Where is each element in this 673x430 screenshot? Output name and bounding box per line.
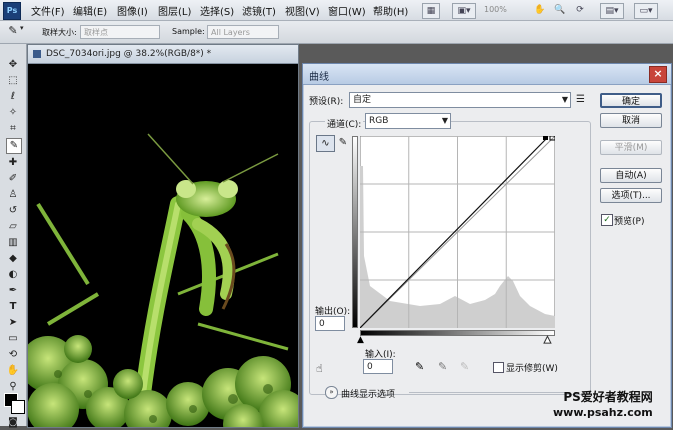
gradient-tool-icon[interactable]: ▥ (6, 236, 20, 250)
view-extras-icon[interactable]: ▣▾ (452, 3, 476, 19)
input-gradient-bar (360, 330, 555, 336)
document-title: DSC_7034ori.jpg @ 38.2%(RGB/8*) * (46, 49, 212, 59)
channel-value: RGB (369, 116, 389, 126)
menu-layer[interactable]: 图层(L) (158, 3, 191, 18)
menu-select[interactable]: 选择(S) (200, 3, 234, 18)
channel-label: 通道(C): (325, 117, 364, 130)
white-point-slider-icon[interactable]: ▲ (544, 335, 552, 346)
watermark-line1: PS爱好者教程网 (563, 390, 653, 404)
preview-checkbox[interactable]: ✓ (601, 214, 613, 226)
document-window: DSC_7034ori.jpg @ 38.2%(RGB/8*) * (27, 44, 299, 428)
menu-help[interactable]: 帮助(H) (373, 3, 408, 18)
output-gradient-bar (352, 136, 358, 328)
divider (409, 392, 569, 393)
cancel-button[interactable]: 取消 (600, 113, 662, 128)
watermark-line2: www.psahz.com (553, 406, 653, 419)
lasso-tool-icon[interactable]: ℓ (6, 90, 20, 104)
black-point-slider-icon[interactable]: ▲ (357, 335, 364, 345)
sample-layers-select[interactable]: All Layers (207, 25, 279, 39)
menu-bar: Ps 文件(F) 编辑(E) 图像(I) 图层(L) 选择(S) 滤镜(T) 视… (0, 0, 673, 21)
zoom-level[interactable]: 100% (484, 5, 507, 14)
menu-window[interactable]: 窗口(W) (328, 3, 366, 18)
mantis-photo (28, 64, 298, 427)
preset-options-icon[interactable]: ☰ (576, 94, 585, 105)
curves-dialog: 曲线 × 预设(R): 自定 ▼ ☰ 确定 取消 平滑(M) 自动(A) 选项(… (302, 63, 672, 428)
bridge-icon[interactable]: ▦ (422, 3, 440, 19)
gray-eyedropper-icon[interactable]: ✎ (438, 360, 447, 373)
photoshop-logo: Ps (3, 2, 21, 20)
chevron-down-icon: ▼ (561, 95, 568, 104)
arrange-documents-icon[interactable]: ▤▾ (600, 3, 624, 19)
menu-image[interactable]: 图像(I) (117, 3, 148, 18)
eraser-tool-icon[interactable]: ▱ (6, 220, 20, 234)
tool-preset-arrow-icon[interactable]: ▾ (20, 24, 24, 32)
preset-label: 预设(R): (309, 97, 344, 107)
menu-filter[interactable]: 滤镜(T) (242, 3, 276, 18)
curve-point-tool-icon[interactable]: ∿ (316, 135, 335, 152)
crop-tool-icon[interactable]: ⌗ (6, 122, 20, 136)
hand-tool-icon[interactable]: ✋ (6, 364, 20, 378)
input-field[interactable]: 0 (363, 359, 393, 374)
preset-value: 自定 (353, 95, 372, 105)
sample-size-label: 取样大小: (42, 28, 77, 37)
eyedropper-tool-icon[interactable]: ✎ (6, 138, 22, 154)
history-brush-icon[interactable]: ↺ (6, 204, 20, 218)
close-icon[interactable]: × (649, 66, 667, 83)
menu-view[interactable]: 视图(V) (285, 3, 320, 18)
curve-display-options-label[interactable]: 曲线显示选项 (341, 387, 395, 400)
show-clipping-checkbox[interactable] (493, 362, 504, 373)
brush-tool-icon[interactable]: ✐ (6, 172, 20, 186)
chevron-down-icon: ▼ (441, 116, 448, 125)
path-selection-icon[interactable]: ➤ (6, 316, 20, 330)
curve-graph[interactable] (360, 136, 555, 328)
options-bar: ✎ ▾ 取样大小: 取样点 Sample: All Layers (0, 21, 673, 44)
menu-file[interactable]: 文件(F) (31, 3, 65, 18)
document-tab[interactable]: DSC_7034ori.jpg @ 38.2%(RGB/8*) * (28, 45, 298, 64)
marquee-tool-icon[interactable]: ⬚ (6, 74, 20, 88)
move-tool-icon[interactable]: ✥ (6, 58, 20, 72)
sample-size-select[interactable]: 取样点 (80, 25, 160, 39)
document-icon (33, 50, 41, 58)
type-tool-icon[interactable]: T (6, 300, 20, 314)
background-color-swatch[interactable] (11, 400, 25, 414)
dodge-tool-icon[interactable]: ◐ (6, 268, 20, 282)
ok-button[interactable]: 确定 (600, 93, 662, 108)
zoom-tool-icon[interactable]: 🔍 (552, 3, 568, 17)
auto-button[interactable]: 自动(A) (600, 168, 662, 183)
hand-tool-icon[interactable]: ✋ (532, 3, 548, 17)
menu-edit[interactable]: 编辑(E) (73, 3, 107, 18)
healing-brush-icon[interactable]: ✚ (6, 156, 20, 170)
zoom-tool-icon[interactable]: ⚲ (6, 380, 20, 394)
preset-select[interactable]: 自定 ▼ (349, 92, 571, 108)
screen-mode-icon[interactable]: ▭▾ (634, 3, 658, 19)
expand-options-icon[interactable]: » (325, 386, 338, 399)
show-clipping-label: 显示修剪(W) (506, 364, 558, 374)
options-button[interactable]: 选项(T)... (600, 188, 662, 203)
sample-label: Sample: (172, 27, 205, 36)
site-watermark: PS爱好者教程网 www.psahz.com (553, 390, 653, 420)
dialog-title: 曲线 (309, 72, 329, 83)
preview-label: 预览(P) (614, 217, 645, 227)
clone-stamp-icon[interactable]: ♙ (6, 188, 20, 202)
3d-rotate-icon[interactable]: ⟲ (6, 348, 20, 362)
eyedropper-tool-icon[interactable]: ✎ (6, 24, 20, 38)
toolbox: ✥ ⬚ ℓ ✧ ⌗ ✎ ✚ ✐ ♙ ↺ ▱ ▥ ◆ ◐ ✒ T ➤ ▭ ⟲ ✋ … (0, 44, 27, 428)
blur-tool-icon[interactable]: ◆ (6, 252, 20, 266)
magic-wand-icon[interactable]: ✧ (6, 106, 20, 120)
pen-tool-icon[interactable]: ✒ (6, 284, 20, 298)
white-eyedropper-icon[interactable]: ✎ (460, 360, 469, 373)
rotate-view-icon[interactable]: ⟳ (572, 3, 588, 17)
on-image-adjust-icon[interactable]: ☝ (316, 362, 323, 375)
output-field[interactable]: 0 (315, 316, 345, 331)
dialog-title-bar[interactable]: 曲线 × (303, 64, 671, 85)
shape-tool-icon[interactable]: ▭ (6, 332, 20, 346)
pencil-tool-icon[interactable]: ✎ (337, 135, 349, 150)
quick-mask-icon[interactable]: ◙ (6, 416, 20, 430)
smooth-button[interactable]: 平滑(M) (600, 140, 662, 155)
channel-select[interactable]: RGB ▼ (365, 113, 451, 129)
black-eyedropper-icon[interactable]: ✎ (415, 360, 424, 373)
